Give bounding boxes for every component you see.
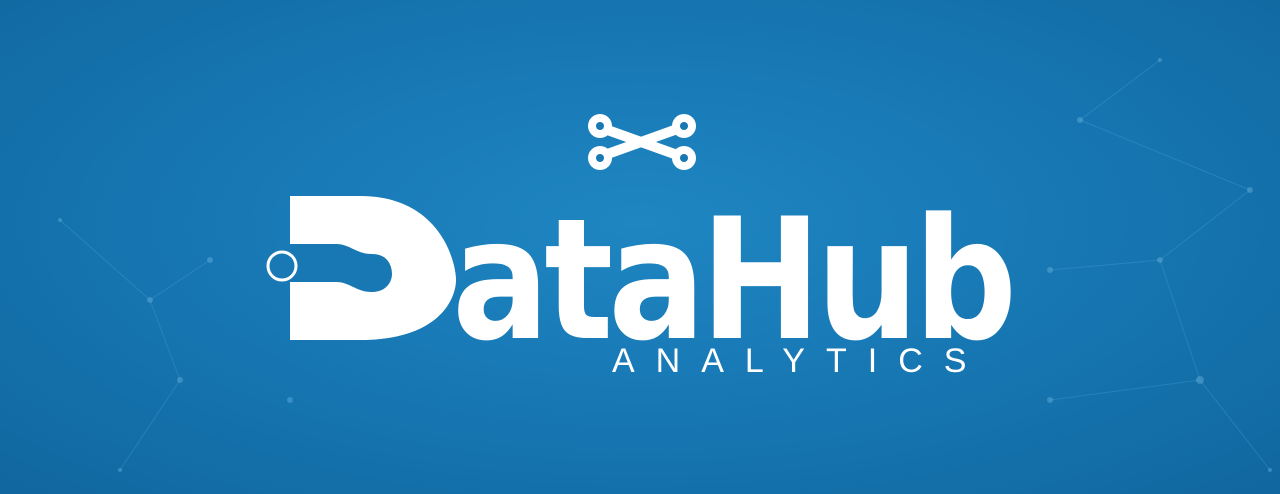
datahub-logo: ataHub	[266, 114, 1018, 378]
brand-banner: ataHub ANALYTICS	[0, 0, 1280, 494]
bone-connector-icon	[588, 114, 696, 170]
brand-tagline: ANALYTICS	[612, 342, 988, 380]
letter-d-connector-icon	[266, 196, 456, 340]
